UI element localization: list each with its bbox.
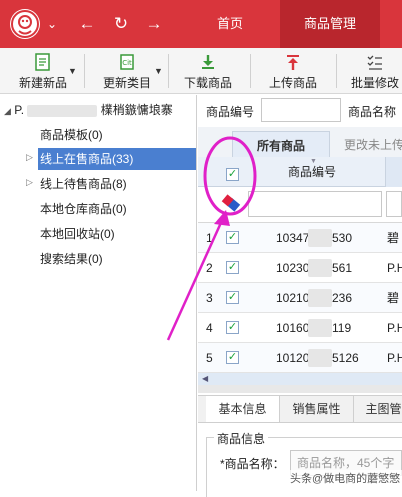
annotation-overlay [166,136,257,341]
eraser-cursor-icon [221,194,241,212]
annotation-arrow-line [166,215,226,341]
